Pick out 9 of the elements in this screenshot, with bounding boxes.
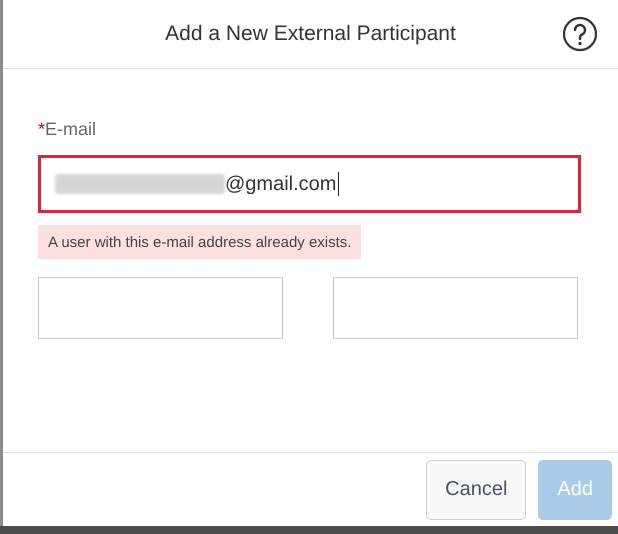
dialog-title: Add a New External Participant (165, 22, 456, 46)
email-label: E-mail (45, 119, 96, 139)
input-field[interactable] (38, 277, 283, 339)
help-icon[interactable] (562, 16, 598, 52)
email-field[interactable]: @gmail.com (38, 155, 581, 213)
error-message: A user with this e-mail address already exists. (38, 225, 362, 259)
input-field[interactable] (333, 277, 578, 339)
cancel-button[interactable]: Cancel (426, 460, 526, 520)
required-mark: * (38, 119, 46, 139)
